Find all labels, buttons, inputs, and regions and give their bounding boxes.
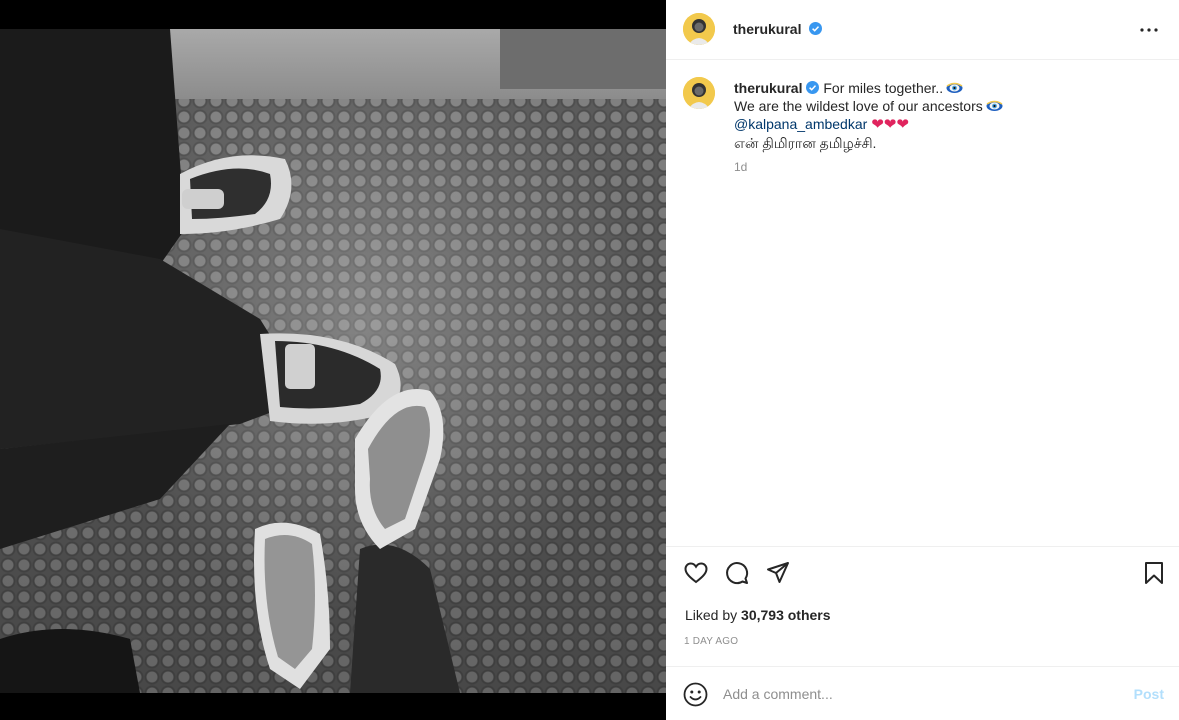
caption-text-4: என் திமிரான தமிழச்சி.	[734, 135, 877, 151]
caption-line-1: therukural For miles together..	[734, 79, 1154, 97]
caption-section: therukural For miles together.. We are t…	[666, 60, 1179, 547]
bookmark-icon	[1145, 562, 1163, 584]
caption-line-4: என் திமிரான தமிழச்சி.	[734, 134, 1154, 152]
mention-link[interactable]: @kalpana_ambedkar	[734, 116, 867, 132]
verified-badge-icon	[806, 81, 820, 94]
caption-text-2: We are the wildest love of our ancestors	[734, 98, 983, 114]
action-bar	[666, 548, 1179, 598]
share-button[interactable]	[765, 560, 791, 586]
username-text[interactable]: therukural	[733, 21, 801, 37]
username[interactable]: therukural	[733, 21, 823, 37]
comment-button[interactable]	[724, 560, 750, 586]
post-panel: therukural therukural For miles together…	[666, 0, 1179, 720]
heart-icon	[684, 562, 708, 584]
caption-text-1: For miles together..	[823, 80, 944, 96]
emoji-button[interactable]	[683, 682, 708, 707]
hearts-emoji: ❤❤❤	[871, 116, 909, 133]
post-date[interactable]: 1 DAY AGO	[684, 636, 738, 647]
caption-username[interactable]: therukural	[734, 80, 802, 96]
caption-avatar[interactable]	[683, 77, 715, 109]
comment-icon	[726, 562, 749, 585]
like-button[interactable]	[683, 560, 709, 586]
post-caption: therukural For miles together.. We are t…	[734, 79, 1154, 152]
avatar[interactable]	[683, 13, 715, 45]
caption-line-3: @kalpana_ambedkar ❤❤❤	[734, 115, 1154, 134]
smiley-icon	[683, 682, 708, 707]
comment-bar: Post	[666, 666, 1179, 720]
post-comment-button[interactable]: Post	[1134, 686, 1164, 702]
comment-input[interactable]	[723, 681, 1113, 707]
more-horizontal-icon	[1140, 28, 1158, 32]
likes-prefix: Liked by	[685, 607, 738, 623]
avatar-image	[683, 13, 715, 45]
verified-badge-icon	[809, 22, 823, 35]
likes-count[interactable]: 30,793 others	[741, 607, 831, 623]
more-options-button[interactable]	[1137, 18, 1161, 42]
likes-summary[interactable]: Liked by 30,793 others	[685, 607, 831, 623]
post-header: therukural	[666, 0, 1179, 60]
post-media[interactable]	[0, 0, 666, 720]
post-photo[interactable]	[0, 29, 666, 693]
caption-timestamp[interactable]: 1d	[734, 160, 747, 174]
avatar-image	[683, 77, 715, 109]
caption-line-2: We are the wildest love of our ancestors	[734, 97, 1154, 115]
paper-plane-icon	[767, 562, 789, 583]
evil-eye-emoji-icon	[946, 82, 963, 93]
photo-feet-illustration	[0, 29, 460, 693]
evil-eye-emoji-icon	[986, 100, 1003, 111]
save-button[interactable]	[1141, 560, 1167, 586]
